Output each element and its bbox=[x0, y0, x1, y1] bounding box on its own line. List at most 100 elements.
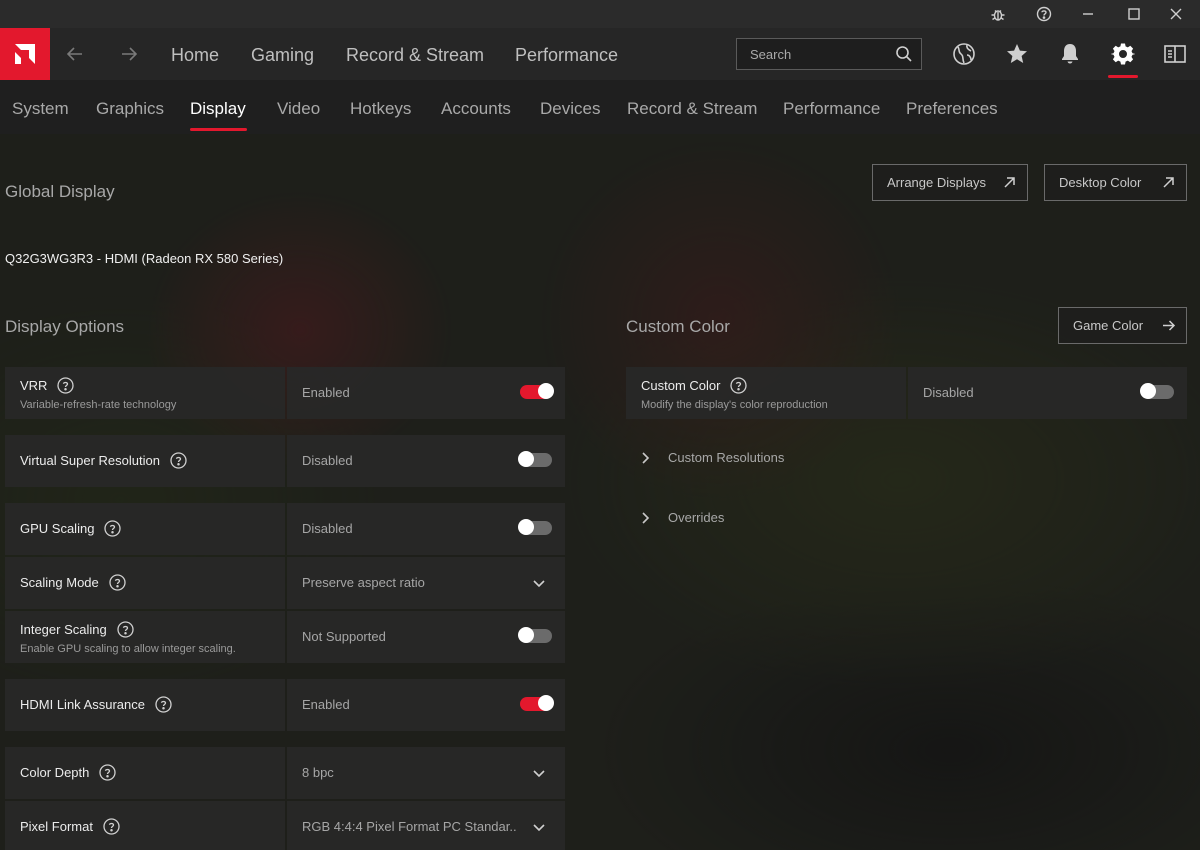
scaling-mode-row: Scaling Mode Preserve aspect ratio bbox=[5, 557, 565, 609]
gpu-scaling-row: GPU Scaling Disabled bbox=[5, 503, 565, 555]
minimize-icon[interactable] bbox=[1078, 4, 1098, 24]
desktop-color-label: Desktop Color bbox=[1059, 175, 1142, 190]
help-icon[interactable] bbox=[170, 452, 187, 469]
gear-icon[interactable] bbox=[1110, 41, 1136, 67]
integer-scaling-description: Enable GPU scaling to allow integer scal… bbox=[20, 643, 236, 655]
chevron-down-icon bbox=[533, 580, 545, 588]
nav-home[interactable]: Home bbox=[171, 45, 219, 66]
scaling-mode-dropdown[interactable]: Preserve aspect ratio bbox=[287, 557, 565, 609]
desktop-color-button[interactable]: Desktop Color bbox=[1044, 164, 1187, 201]
integer-scaling-label: Integer Scaling bbox=[20, 622, 107, 637]
integer-scaling-toggle[interactable] bbox=[518, 627, 552, 643]
nav-gaming[interactable]: Gaming bbox=[251, 45, 314, 66]
help-icon[interactable] bbox=[109, 574, 126, 591]
arrange-displays-button[interactable]: Arrange Displays bbox=[872, 164, 1028, 201]
game-color-button[interactable]: Game Color bbox=[1058, 307, 1187, 344]
sidebar-toggle-icon[interactable] bbox=[1162, 41, 1188, 67]
color-depth-row: Color Depth 8 bpc bbox=[5, 747, 565, 799]
bell-icon[interactable] bbox=[1057, 41, 1083, 67]
custom-color-description: Modify the display's color reproduction bbox=[641, 399, 828, 411]
chevron-right-icon bbox=[642, 511, 650, 524]
main-nav: Home Gaming Record & Stream Performance bbox=[0, 28, 1200, 80]
tab-devices[interactable]: Devices bbox=[540, 99, 600, 119]
monitor-name: Q32G3WG3R3 - HDMI (Radeon RX 580 Series) bbox=[5, 251, 284, 266]
nav-performance[interactable]: Performance bbox=[515, 45, 618, 66]
search-box[interactable] bbox=[736, 38, 922, 70]
pixel-format-value: RGB 4:4:4 Pixel Format PC Standar... bbox=[302, 819, 517, 834]
custom-color-row: Custom Color Modify the display's color … bbox=[626, 367, 1187, 419]
tab-graphics[interactable]: Graphics bbox=[96, 99, 164, 119]
amd-logo-icon[interactable] bbox=[0, 28, 50, 80]
vsr-row: Virtual Super Resolution Disabled bbox=[5, 435, 565, 487]
back-arrow-icon[interactable] bbox=[63, 42, 87, 66]
display-settings-content: Global Display Arrange Displays Desktop … bbox=[0, 134, 1200, 850]
help-icon[interactable] bbox=[103, 818, 120, 835]
overrides-label: Overrides bbox=[668, 510, 725, 525]
color-depth-value: 8 bpc bbox=[302, 765, 334, 780]
color-depth-label: Color Depth bbox=[20, 765, 90, 780]
chevron-down-icon bbox=[533, 770, 545, 778]
scaling-mode-value: Preserve aspect ratio bbox=[302, 575, 425, 590]
bug-icon[interactable] bbox=[988, 4, 1008, 24]
help-icon[interactable] bbox=[1034, 4, 1054, 24]
integer-scaling-row: Integer Scaling Enable GPU scaling to al… bbox=[5, 611, 565, 663]
tab-video[interactable]: Video bbox=[277, 99, 320, 119]
gpu-scaling-label: GPU Scaling bbox=[20, 521, 95, 536]
tab-display[interactable]: Display bbox=[190, 99, 246, 119]
vrr-description: Variable-refresh-rate technology bbox=[20, 399, 177, 411]
search-icon[interactable] bbox=[895, 45, 913, 63]
custom-resolutions-label: Custom Resolutions bbox=[668, 450, 785, 465]
hdmi-link-label: HDMI Link Assurance bbox=[20, 697, 145, 712]
scaling-mode-label: Scaling Mode bbox=[20, 575, 99, 590]
help-icon[interactable] bbox=[104, 520, 122, 537]
tab-accounts[interactable]: Accounts bbox=[441, 99, 511, 119]
help-icon[interactable] bbox=[730, 377, 748, 394]
tab-record-stream[interactable]: Record & Stream bbox=[627, 99, 757, 119]
custom-color-toggle[interactable] bbox=[1140, 383, 1174, 399]
help-icon[interactable] bbox=[57, 377, 75, 394]
external-link-icon bbox=[1163, 177, 1174, 188]
pixel-format-label: Pixel Format bbox=[20, 819, 93, 834]
gpu-scaling-toggle[interactable] bbox=[518, 519, 552, 535]
forward-arrow-icon[interactable] bbox=[117, 42, 141, 66]
title-bar bbox=[0, 0, 1200, 28]
tab-preferences[interactable]: Preferences bbox=[906, 99, 998, 119]
external-link-icon bbox=[1004, 177, 1015, 188]
display-options-title: Display Options bbox=[5, 317, 125, 336]
help-icon[interactable] bbox=[155, 696, 172, 713]
custom-resolutions-expander[interactable]: Custom Resolutions bbox=[638, 450, 784, 465]
globe-icon[interactable] bbox=[951, 41, 977, 67]
custom-color-value: Disabled bbox=[923, 385, 974, 400]
vsr-value: Disabled bbox=[302, 453, 353, 468]
help-icon[interactable] bbox=[99, 764, 117, 781]
tab-performance[interactable]: Performance bbox=[783, 99, 880, 119]
pixel-format-dropdown[interactable]: RGB 4:4:4 Pixel Format PC Standar... bbox=[287, 801, 565, 850]
vrr-value: Enabled bbox=[302, 385, 350, 400]
global-display-title: Global Display bbox=[5, 182, 115, 201]
custom-color-title: Custom Color bbox=[626, 317, 730, 336]
close-icon[interactable] bbox=[1166, 4, 1186, 24]
tab-hotkeys[interactable]: Hotkeys bbox=[350, 99, 411, 119]
tab-system[interactable]: System bbox=[12, 99, 69, 119]
gpu-scaling-value: Disabled bbox=[302, 521, 353, 536]
hdmi-link-toggle[interactable] bbox=[520, 695, 554, 711]
vrr-row: VRR Variable-refresh-rate technology Ena… bbox=[5, 367, 565, 419]
gear-active-indicator bbox=[1108, 75, 1138, 78]
arrow-right-icon bbox=[1163, 320, 1176, 331]
overrides-expander[interactable]: Overrides bbox=[638, 510, 724, 525]
search-input[interactable] bbox=[737, 39, 887, 69]
arrange-displays-label: Arrange Displays bbox=[887, 175, 986, 190]
hdmi-link-row: HDMI Link Assurance Enabled bbox=[5, 679, 565, 731]
pixel-format-row: Pixel Format RGB 4:4:4 Pixel Format PC S… bbox=[5, 801, 565, 850]
vrr-toggle[interactable] bbox=[520, 383, 554, 399]
settings-tabs: System Graphics Display Video Hotkeys Ac… bbox=[0, 80, 1200, 134]
star-icon[interactable] bbox=[1004, 41, 1030, 67]
maximize-icon[interactable] bbox=[1124, 4, 1144, 24]
integer-scaling-value: Not Supported bbox=[302, 629, 386, 644]
color-depth-dropdown[interactable]: 8 bpc bbox=[287, 747, 565, 799]
vsr-toggle[interactable] bbox=[518, 451, 552, 467]
nav-record-stream[interactable]: Record & Stream bbox=[346, 45, 484, 66]
help-icon[interactable] bbox=[117, 621, 134, 638]
vrr-label: VRR bbox=[20, 378, 48, 393]
active-tab-indicator bbox=[190, 128, 247, 131]
